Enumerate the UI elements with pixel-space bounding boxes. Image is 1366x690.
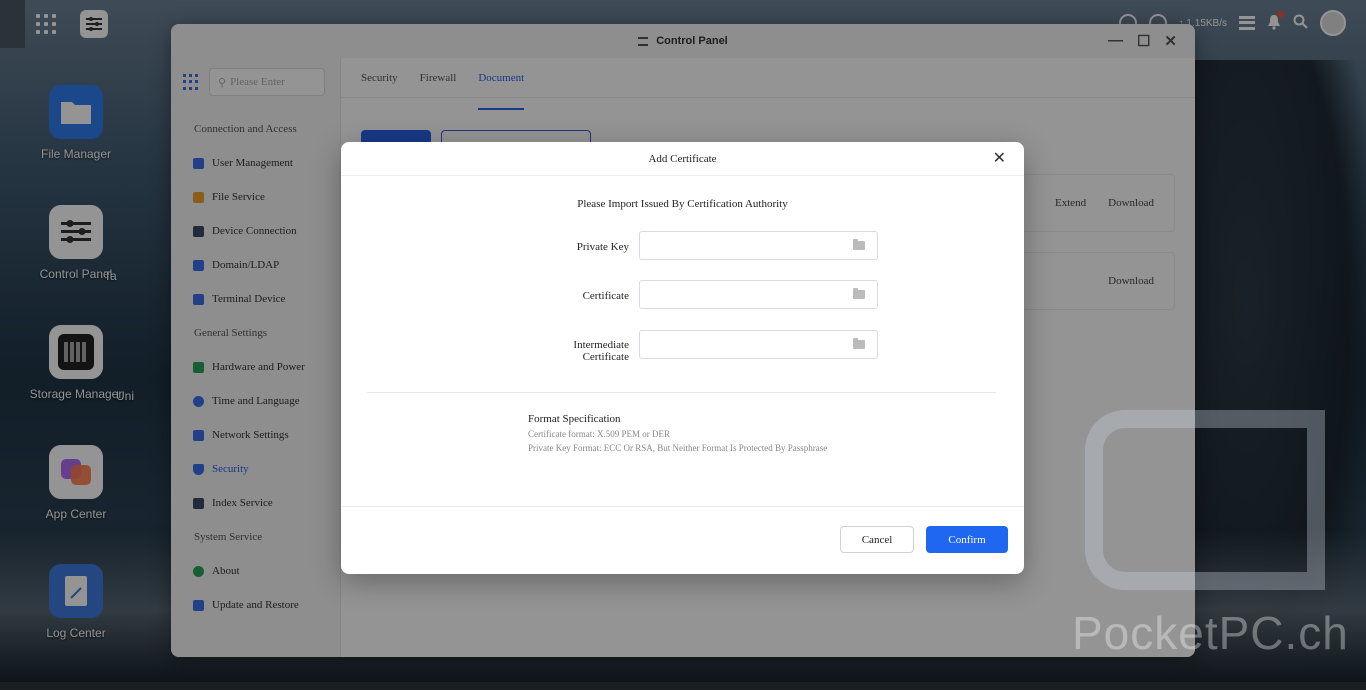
field-label: Intermediate Certificate	[509, 339, 629, 363]
field-label: Certificate	[582, 290, 629, 302]
format-line: Private Key Format: ECC Or RSA, But Neit…	[528, 443, 828, 453]
field-label: Private Key	[576, 241, 629, 253]
confirm-button[interactable]: Confirm	[926, 526, 1008, 553]
folder-icon[interactable]	[853, 239, 865, 250]
private-key-input[interactable]	[639, 231, 878, 260]
add-certificate-dialog: Add Certificate ✕ Please Import Issued B…	[341, 142, 1024, 574]
cancel-button[interactable]: Cancel	[840, 526, 914, 553]
divider	[367, 392, 996, 393]
folder-icon[interactable]	[853, 288, 865, 299]
format-line: Certificate format: X.509 PEM or DER	[528, 429, 670, 439]
intermediate-certificate-input[interactable]	[639, 330, 878, 359]
folder-icon[interactable]	[853, 338, 865, 349]
field-label-line: Intermediate	[573, 339, 629, 351]
format-specification: Format Specification Certificate format:…	[528, 413, 848, 454]
format-title: Format Specification	[528, 413, 621, 425]
certificate-input[interactable]	[639, 280, 878, 309]
watermark-logo	[1085, 410, 1325, 590]
dialog-header: Add Certificate ✕	[341, 142, 1024, 176]
bottom-strip	[0, 682, 1366, 690]
watermark-text: PocketPC.ch	[1072, 607, 1349, 659]
field-label-line: Certificate	[582, 351, 629, 363]
close-icon[interactable]: ✕	[993, 148, 1006, 167]
dialog-title: Add Certificate	[648, 152, 717, 165]
divider	[341, 506, 1024, 507]
dialog-subtitle: Please Import Issued By Certification Au…	[577, 198, 788, 210]
